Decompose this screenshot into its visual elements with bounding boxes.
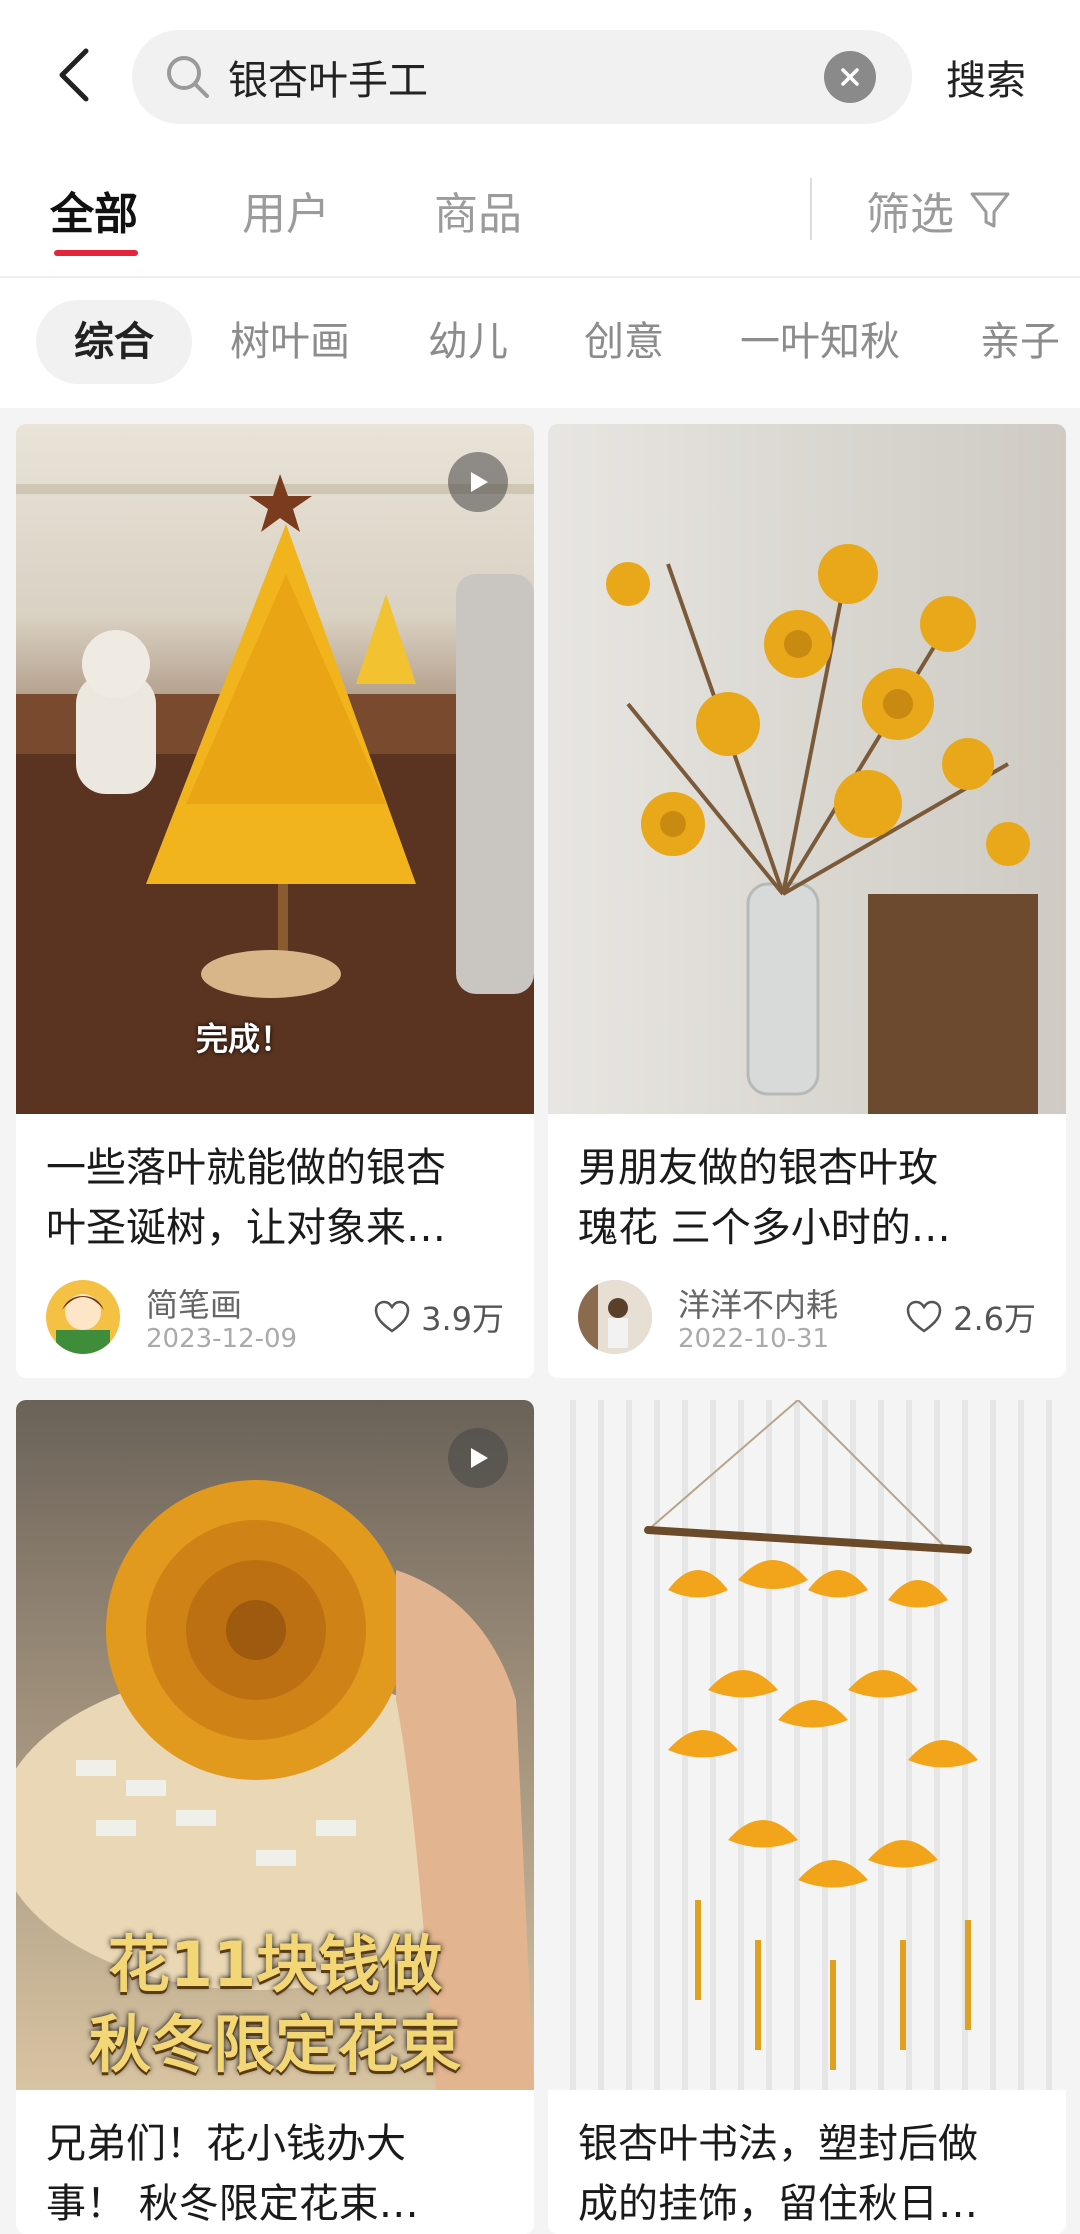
card-title: 一些落叶就能做的银杏 叶圣诞树，让对象来…	[46, 1145, 446, 1251]
like-count: 2.6万	[953, 1300, 1036, 1338]
card-title: 兄弟们！花小钱办大 事！ 秋冬限定花束…	[46, 2121, 419, 2227]
card-meta: 洋洋不内耗 2022-10-31 2.6万	[548, 1258, 1066, 1378]
card-cover-image: 完成！	[16, 424, 534, 1114]
cover-overlay-text: 完成！	[196, 1020, 293, 1058]
ginkgo-tree-illustration	[16, 474, 534, 1114]
like-button[interactable]: 3.9万	[373, 1294, 504, 1340]
back-button[interactable]	[44, 40, 104, 110]
chip-creative[interactable]: 创意	[546, 300, 702, 384]
feed-card[interactable]: 花11块钱做 秋冬限定花束 兄弟们！花小钱办大 事！ 秋冬限定花束…	[16, 1400, 534, 2234]
feed-card[interactable]: 男朋友做的银杏叶玫 瑰花 三个多小时的… 洋洋不内耗 2022-10-31 2.…	[548, 424, 1066, 1378]
chip-parent-child[interactable]: 亲子	[942, 300, 1080, 384]
filter-icon	[970, 192, 1010, 228]
search-query-text: 银杏叶手工	[228, 58, 428, 104]
heart-icon	[906, 1300, 942, 1333]
chip-leaf-painting[interactable]: 树叶画	[192, 300, 388, 384]
tab-products[interactable]: 商品	[434, 178, 522, 242]
card-cover-image	[548, 1400, 1066, 2090]
play-icon	[448, 452, 508, 512]
search-button[interactable]: 搜索	[946, 48, 1026, 106]
avatar[interactable]	[46, 1280, 120, 1354]
keyword-chip-row: 综合 树叶画 幼儿 创意 一叶知秋 亲子	[0, 278, 1080, 408]
card-title: 男朋友做的银杏叶玫 瑰花 三个多小时的…	[578, 1145, 951, 1251]
author-name[interactable]: 洋洋不内耗	[678, 1280, 838, 1326]
avatar[interactable]	[578, 1280, 652, 1354]
filter-button[interactable]: 筛选	[866, 178, 1012, 242]
post-date: 2022-10-31	[678, 1324, 830, 1354]
filter-label: 筛选	[866, 189, 954, 240]
result-type-tabs: 全部 用户 商品 筛选	[0, 150, 1080, 278]
chip-comprehensive[interactable]: 综合	[36, 300, 192, 384]
active-tab-indicator	[54, 250, 138, 256]
cover-overlay-text: 花11块钱做 秋冬限定花束	[88, 1928, 461, 2081]
tab-divider	[810, 178, 812, 240]
like-count: 3.9万	[421, 1300, 504, 1338]
tab-users[interactable]: 用户	[242, 178, 330, 242]
ginkgo-hanging-decoration-illustration	[644, 1400, 978, 2070]
ginkgo-rose-bouquet-illustration	[606, 544, 1038, 1114]
tab-all[interactable]: 全部	[50, 178, 138, 242]
like-button[interactable]: 2.6万	[905, 1294, 1036, 1340]
card-meta: 简笔画 2023-12-09 3.9万	[16, 1258, 534, 1378]
search-icon	[160, 49, 216, 105]
author-name[interactable]: 简笔画	[146, 1280, 242, 1326]
card-cover-image	[548, 424, 1066, 1114]
feed-card[interactable]: 完成！ 一些落叶就能做的银杏 叶圣诞树，让对象来… 简笔画 2023-12-09…	[16, 424, 534, 1378]
card-cover-image: 花11块钱做 秋冬限定花束	[16, 1400, 534, 2090]
chip-kids[interactable]: 幼儿	[390, 300, 546, 384]
chevron-left-icon	[59, 48, 89, 102]
card-title: 银杏叶书法，塑封后做 成的挂饰，留住秋日…	[578, 2121, 978, 2227]
play-icon	[448, 1428, 508, 1488]
chip-autumn[interactable]: 一叶知秋	[702, 300, 938, 384]
clear-icon[interactable]	[824, 51, 876, 103]
feed-card[interactable]: 银杏叶书法，塑封后做 成的挂饰，留住秋日…	[548, 1400, 1066, 2234]
search-header: 银杏叶手工 搜索	[0, 0, 1080, 150]
post-date: 2023-12-09	[146, 1324, 298, 1354]
heart-icon	[374, 1300, 410, 1333]
search-input[interactable]: 银杏叶手工	[132, 30, 912, 124]
